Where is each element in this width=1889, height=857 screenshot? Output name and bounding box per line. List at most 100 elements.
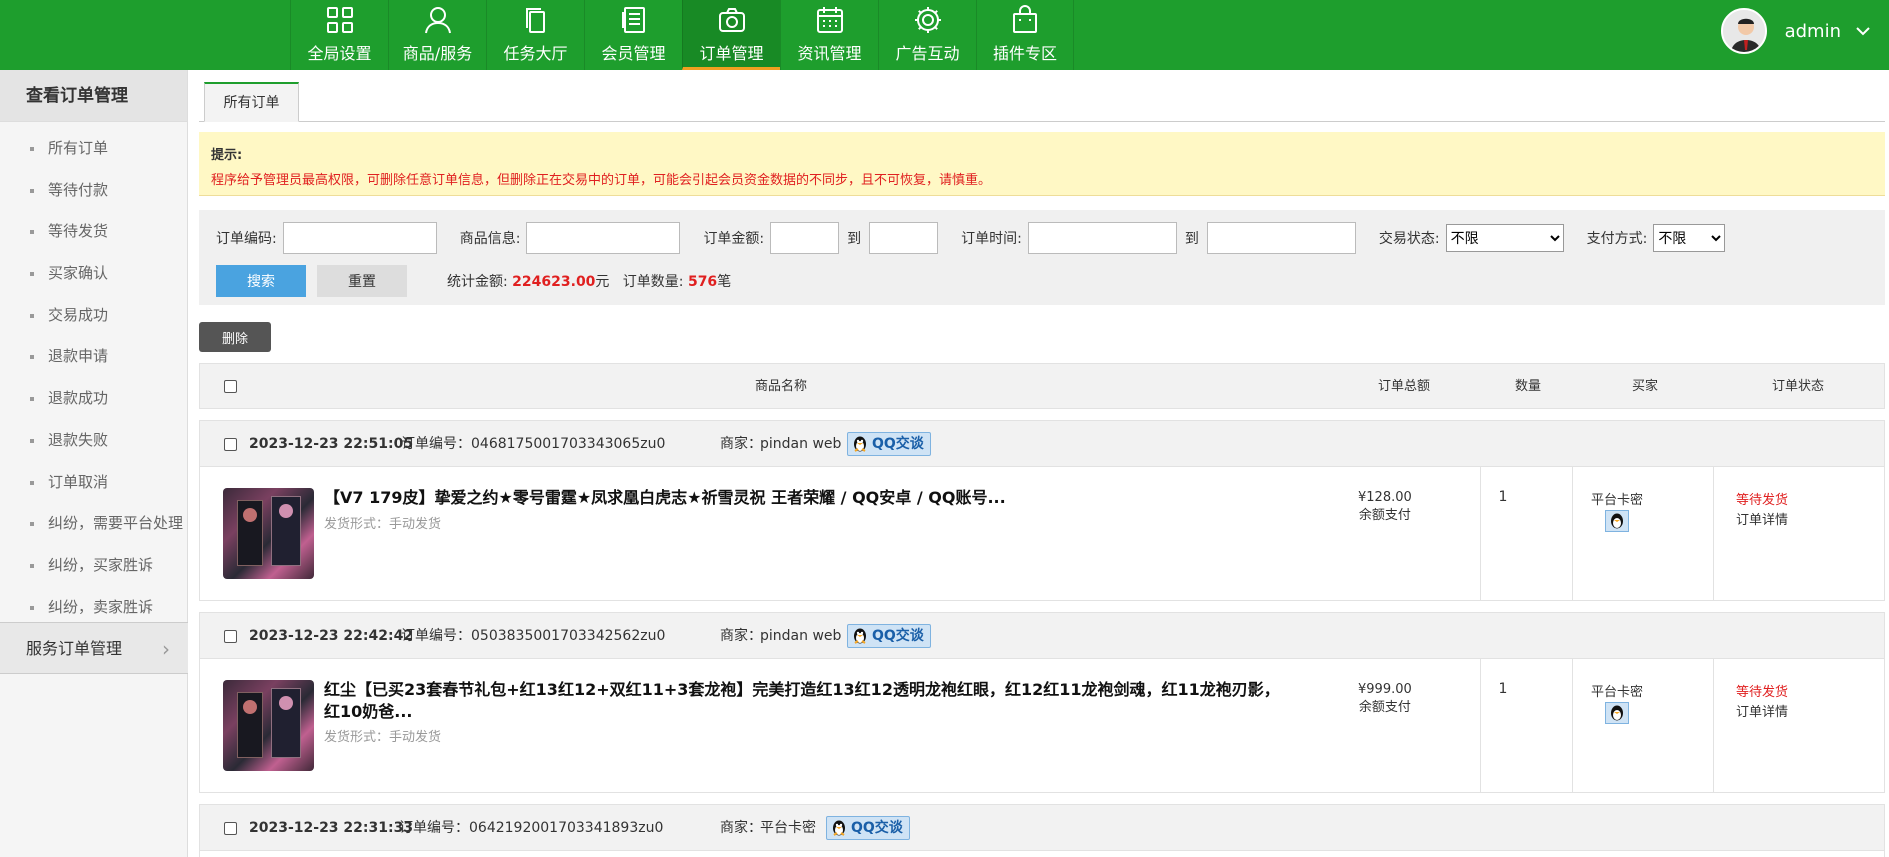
sidebar-item-label: 等待发货 [48,222,109,241]
amount-max-input[interactable] [869,222,939,254]
col-total: 订单总额 [1378,379,1431,394]
sidebar-item-label: 退款失败 [48,430,109,449]
sidebar-item-awaiting-payment[interactable]: 等待付款 [0,170,187,212]
merchant-name: 平台卡密 [760,820,816,836]
reset-button[interactable]: 重置 [317,265,407,297]
order-body: 红尘【已买23套春节礼包+红13红12+双红11+3套龙袍】完美打造红13红12… [200,659,1884,792]
filter-row: 订单编码: 商品信息: 订单金额: 到 订单时间: 到 交易状态: 不限 支付方… [199,222,1726,254]
pay-method-select[interactable]: 不限 [1653,224,1726,252]
qq-chat-button[interactable]: QQ交谈 [847,432,931,456]
bullet-icon [30,522,34,527]
order-detail-link[interactable]: 订单详情 [1712,703,1812,723]
product-title[interactable]: 红尘【已买23套春节礼包+红13红12+双红11+3套龙袍】完美打造红13红12… [324,679,1294,723]
sidebar-item-buyer-confirm[interactable]: 买家确认 [0,253,187,295]
qq-penguin-icon[interactable] [1605,510,1629,532]
merchant-name: pindan web [760,436,842,452]
sidebar-item-order-cancel[interactable]: 订单取消 [0,462,187,504]
sidebar-item-all-orders[interactable]: 所有订单 [0,128,187,170]
order-price: ¥128.00 余额支付 [1358,490,1412,523]
order-checkbox[interactable] [224,630,237,643]
buyer-name: 平台卡密 [1590,685,1643,700]
qq-penguin-icon [854,628,866,644]
order-checkbox[interactable] [224,822,237,835]
bullet-icon [30,397,34,402]
order-qty: 1 [1498,681,1508,697]
nav-task-hall[interactable]: 任务大厅 [486,0,584,70]
nav-label: 全局设置 [307,44,372,63]
time-start-input[interactable] [1027,222,1177,254]
sidebar-item-awaiting-shipment[interactable]: 等待发货 [0,211,187,253]
qq-penguin-icon [854,436,866,452]
search-button[interactable]: 搜索 [216,265,306,297]
bullet-icon [30,563,34,568]
tab-bar: 所有订单 [199,70,1885,122]
nav-goods-services[interactable]: 商品/服务 [388,0,486,70]
goods-input[interactable] [526,222,681,254]
status-text: 等待发货 [1735,493,1788,508]
buyer: 平台卡密 [1567,489,1667,532]
product-thumbnail[interactable] [223,488,314,579]
sidebar-service-orders[interactable]: 服务订单管理 › [0,622,188,674]
qq-chat-button[interactable]: QQ交谈 [826,816,910,840]
avatar[interactable] [1720,8,1767,54]
order-detail-link[interactable]: 订单详情 [1712,511,1812,531]
sidebar-item-refund-request[interactable]: 退款申请 [0,336,187,378]
buyer-name: 平台卡密 [1590,493,1643,508]
sidebar-item-dispute-platform[interactable]: 纠纷，需要平台处理 [0,503,187,545]
sidebar-item-label: 退款申请 [48,347,109,366]
top-bar: 全局设置 商品/服务 任务大厅 会员管理 订单管理 资讯管理 广告互动 插件专区… [0,0,1889,70]
order-no-input[interactable] [282,222,437,254]
select-all-checkbox[interactable] [224,380,237,393]
grid-icon [326,7,353,33]
nav-plugins[interactable]: 插件专区 [976,0,1074,70]
sidebar-item-label: 纠纷，买家胜诉 [48,555,154,574]
tip-title: 提示: [211,148,243,163]
nav-news-management[interactable]: 资讯管理 [780,0,878,70]
nav-label: 插件专区 [992,44,1057,63]
delete-button[interactable]: 删除 [199,322,271,352]
document-icon [621,7,645,33]
sidebar-item-refund-failed[interactable]: 退款失败 [0,420,187,462]
time-end-input[interactable] [1206,222,1356,254]
order-checkbox[interactable] [224,438,237,451]
total-value: 224623.00 [512,274,596,290]
order-date: 2023-12-23 22:31:33 [249,820,414,836]
chevron-down-icon[interactable] [1855,25,1871,37]
nav-member-management[interactable]: 会员管理 [584,0,682,70]
order-header: 2023-12-23 22:31:33 订单编号：064219200170334… [200,805,1884,851]
tab-all-orders[interactable]: 所有订单 [204,82,299,122]
bullet-icon [30,188,34,193]
trade-status-select[interactable]: 不限 [1445,224,1564,252]
col-buyer: 买家 [1632,379,1659,394]
copy-icon [525,8,545,33]
qq-chat-label: QQ交谈 [872,436,924,452]
sidebar-item-label: 退款成功 [48,389,109,408]
sidebar-item-trade-success[interactable]: 交易成功 [0,295,187,337]
bullet-icon [30,605,34,610]
bullet-icon [30,230,34,235]
total-unit: 元 [595,274,610,290]
user-menu[interactable]: admin [1720,8,1871,54]
qq-chat-button[interactable]: QQ交谈 [847,624,931,648]
merchant-name: pindan web [760,628,842,644]
nav-global-settings[interactable]: 全局设置 [290,0,388,70]
filter-actions: 搜索 重置 统计金额: 224623.00元 订单数量: 576笔 [216,265,731,297]
nav-label: 商品/服务 [402,44,473,63]
order-row: 2023-12-23 22:42:42 订单编号：050383500170334… [199,612,1885,793]
sidebar-item-refund-success[interactable]: 退款成功 [0,378,187,420]
bullet-icon [30,355,34,360]
qq-penguin-icon[interactable] [1605,702,1629,724]
order-date: 2023-12-23 22:42:42 [249,628,414,644]
amount-min-input[interactable] [770,222,840,254]
merchant-label: 商家： [720,628,762,644]
sidebar: 查看订单管理 所有订单 等待付款 等待发货 买家确认 交易成功 退款申请 退款成… [0,70,188,857]
sidebar-item-dispute-buyer-win[interactable]: 纠纷，买家胜诉 [0,545,187,587]
order-row: 2023-12-23 22:51:05 订单编号：046817500170334… [199,420,1885,601]
main-nav: 全局设置 商品/服务 任务大厅 会员管理 订单管理 资讯管理 广告互动 插件专区 [290,0,1074,70]
product-thumbnail[interactable] [223,680,314,771]
total-label: 统计金额: [447,274,508,290]
time-label: 订单时间: [961,231,1022,247]
nav-ad-interaction[interactable]: 广告互动 [878,0,976,70]
nav-order-management[interactable]: 订单管理 [682,0,780,70]
product-title[interactable]: 【V7 179皮】挚爱之约★零号雷霆★凤求凰白虎志★祈雪灵祝 王者荣耀 / QQ… [324,487,1294,509]
